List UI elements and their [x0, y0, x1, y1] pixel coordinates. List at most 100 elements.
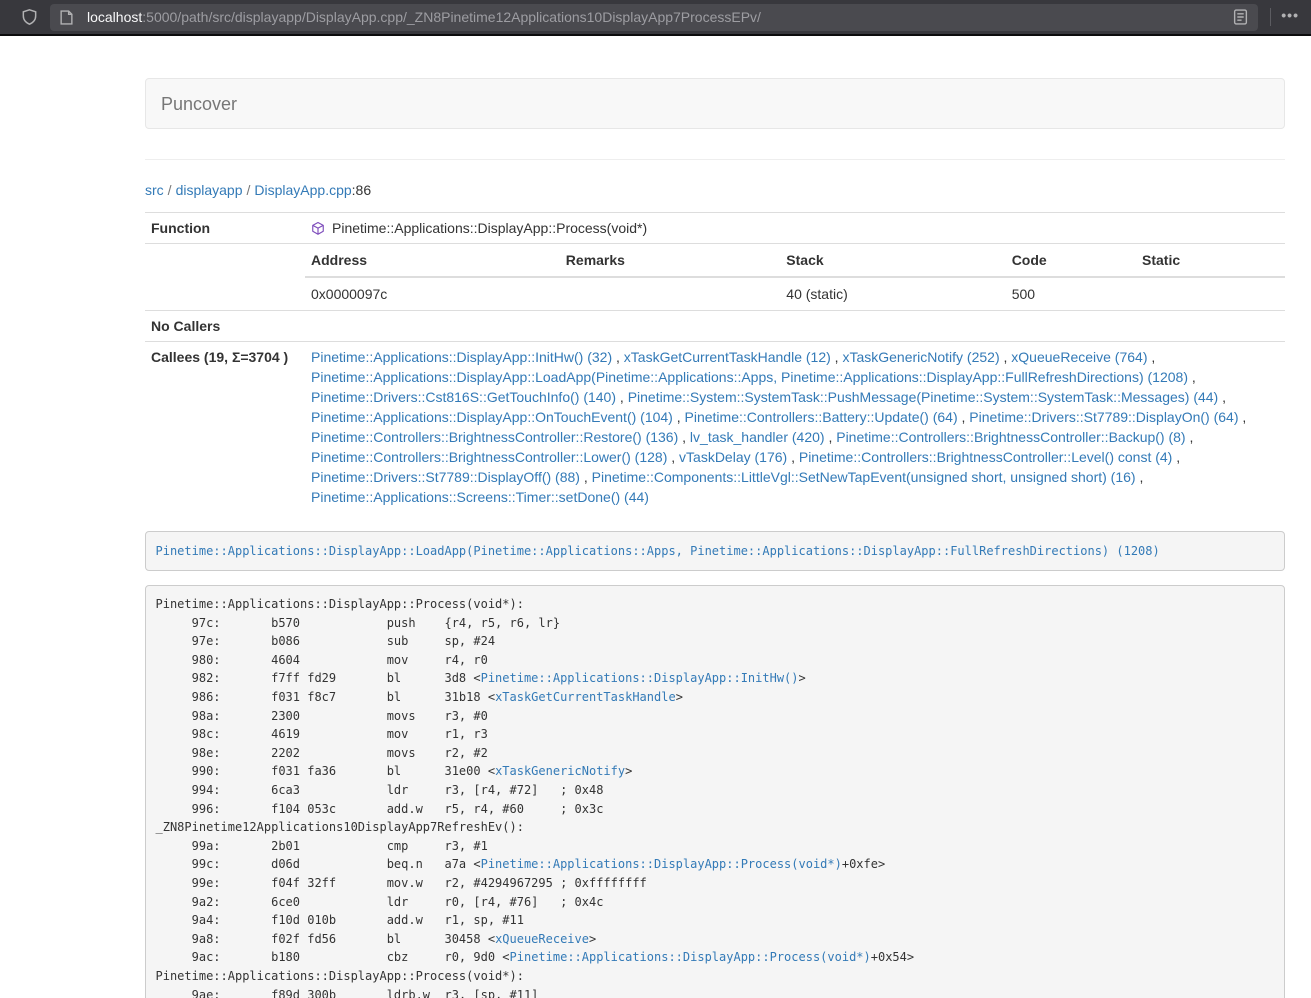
callee-link[interactable]: xTaskGetCurrentTaskHandle (12) — [624, 349, 831, 365]
code-text: 99e: f04f 32ff mov.w r2, #4294967295 ; 0… — [156, 876, 647, 890]
callees-row: Callees (19, Σ=3704 ) Pinetime::Applicat… — [145, 342, 1285, 513]
breadcrumb: src/displayapp/DisplayApp.cpp:86 — [145, 180, 1285, 200]
asm-line: 996: f104 053c add.w r5, r4, #60 ; 0x3c — [156, 800, 1275, 819]
code-text: Pinetime::Applications::DisplayApp::Proc… — [156, 597, 524, 611]
metrics-value-row: 0x0000097c 40 (static) 500 — [305, 277, 1285, 310]
url-text: localhost:5000/path/src/displayapp/Displ… — [87, 9, 1225, 25]
reader-view-icon[interactable] — [1233, 9, 1248, 25]
metrics-table: Address Remarks Stack Code Static 0x0000… — [305, 244, 1285, 310]
code-symbol-link[interactable]: Pinetime::Applications::DisplayApp::Proc… — [510, 950, 871, 964]
callee-link[interactable]: Pinetime::Controllers::BrightnessControl… — [311, 449, 667, 465]
callee-separator: , — [1239, 409, 1247, 425]
app-title[interactable]: Puncover — [161, 94, 237, 114]
page-container: Puncover src/displayapp/DisplayApp.cpp:8… — [145, 36, 1285, 998]
callees-list: Pinetime::Applications::DisplayApp::Init… — [305, 342, 1285, 513]
callee-link[interactable]: xTaskGenericNotify (252) — [842, 349, 999, 365]
col-remarks: Remarks — [560, 244, 781, 277]
asm-line: 9ac: b180 cbz r0, 9d0 <Pinetime::Applica… — [156, 948, 1275, 967]
code-symbol-link[interactable]: Pinetime::Applications::DisplayApp::Proc… — [481, 857, 842, 871]
callee-separator: , — [1186, 429, 1194, 445]
col-stack: Stack — [780, 244, 1005, 277]
callee-link[interactable]: Pinetime::Applications::Screens::Timer::… — [311, 489, 649, 505]
asm-line: 982: f7ff fd29 bl 3d8 <Pinetime::Applica… — [156, 669, 1275, 688]
callee-separator: , — [1136, 469, 1144, 485]
code-text: > — [799, 671, 806, 685]
callee-link[interactable]: Pinetime::Drivers::St7789::DisplayOn() (… — [969, 409, 1238, 425]
app-navbar: Puncover — [145, 78, 1285, 129]
col-code: Code — [1006, 244, 1136, 277]
metrics-header-row: Address Remarks Stack Code Static — [305, 244, 1285, 277]
callee-separator: , — [580, 469, 592, 485]
callee-link[interactable]: Pinetime::Applications::DisplayApp::OnTo… — [311, 409, 673, 425]
asm-line: Pinetime::Applications::DisplayApp::Proc… — [156, 595, 1275, 614]
callee-separator: , — [673, 409, 685, 425]
callers-row: No Callers — [145, 311, 1285, 342]
code-text: 9ae: f89d 300b ldrb.w r3, [sp, #11] — [156, 988, 539, 998]
breadcrumb-separator: / — [164, 182, 176, 198]
callee-separator: , — [1218, 389, 1226, 405]
asm-line: 9a2: 6ce0 ldr r0, [r4, #76] ; 0x4c — [156, 893, 1275, 912]
callee-separator: , — [787, 449, 799, 465]
url-bar[interactable]: localhost:5000/path/src/displayapp/Displ… — [50, 4, 1258, 31]
callee-link[interactable]: vTaskDelay (176) — [679, 449, 787, 465]
asm-line: 98c: 4619 mov r1, r3 — [156, 725, 1275, 744]
callee-link[interactable]: xQueueReceive (764) — [1011, 349, 1147, 365]
code-text: 982: f7ff fd29 bl 3d8 < — [156, 671, 481, 685]
code-symbol-link[interactable]: xQueueReceive — [495, 932, 589, 946]
breadcrumb-file-link[interactable]: DisplayApp.cpp — [254, 182, 351, 198]
breadcrumb-separator: / — [243, 182, 255, 198]
callee-link[interactable]: Pinetime::Controllers::BrightnessControl… — [836, 429, 1185, 445]
callee-separator: , — [1172, 449, 1180, 465]
highlighted-callee-panel: Pinetime::Applications::DisplayApp::Load… — [145, 531, 1285, 571]
stack-value: 40 (static) — [780, 277, 1005, 310]
asm-line: 986: f031 f8c7 bl 31b18 <xTaskGetCurrent… — [156, 688, 1275, 707]
callee-link[interactable]: Pinetime::Applications::DisplayApp::Load… — [311, 369, 1188, 385]
assembly-listing: Pinetime::Applications::DisplayApp::Proc… — [145, 585, 1285, 998]
asm-line: 99c: d06d beq.n a7a <Pinetime::Applicati… — [156, 855, 1275, 874]
callee-link[interactable]: Pinetime::Controllers::BrightnessControl… — [311, 429, 678, 445]
code-symbol-link[interactable]: xTaskGetCurrentTaskHandle — [495, 690, 676, 704]
callee-link[interactable]: Pinetime::Components::LittleVgl::SetNewT… — [592, 469, 1136, 485]
callee-separator: , — [831, 349, 843, 365]
function-detail-table: Function Pinetime::Applications::Display… — [145, 212, 1285, 512]
callee-link[interactable]: Pinetime::Controllers::BrightnessControl… — [799, 449, 1172, 465]
asm-line: 9a8: f02f fd56 bl 30458 <xQueueReceive> — [156, 930, 1275, 949]
function-name: Pinetime::Applications::DisplayApp::Proc… — [332, 218, 647, 238]
callee-link[interactable]: Pinetime::System::SystemTask::PushMessag… — [628, 389, 1219, 405]
static-value — [1136, 277, 1285, 310]
code-text: 9a2: 6ce0 ldr r0, [r4, #76] ; 0x4c — [156, 895, 604, 909]
callee-separator: , — [825, 429, 837, 445]
code-text: 990: f031 fa36 bl 31e00 < — [156, 764, 496, 778]
callee-link[interactable]: Pinetime::Controllers::Battery::Update()… — [685, 409, 958, 425]
tracking-protection-shield-icon[interactable] — [14, 4, 44, 30]
code-text: 994: 6ca3 ldr r3, [r4, #72] ; 0x48 — [156, 783, 604, 797]
code-symbol-link[interactable]: xTaskGenericNotify — [495, 764, 625, 778]
callees-label: Callees (19, Σ=3704 ) — [145, 342, 305, 513]
callee-separator: , — [1188, 369, 1196, 385]
no-callers-label: No Callers — [145, 311, 305, 342]
code-symbol-link[interactable]: Pinetime::Applications::DisplayApp::Init… — [481, 671, 799, 685]
callee-separator: , — [958, 409, 970, 425]
page-info-icon[interactable] — [60, 10, 73, 25]
asm-line: 98a: 2300 movs r3, #0 — [156, 707, 1275, 726]
code-size-value: 500 — [1006, 277, 1136, 310]
code-text: > — [676, 690, 683, 704]
code-text: _ZN8Pinetime12Applications10DisplayApp7R… — [156, 820, 524, 834]
breadcrumb-displayapp-link[interactable]: displayapp — [176, 182, 243, 198]
callee-link[interactable]: Pinetime::Drivers::St7789::DisplayOff() … — [311, 469, 580, 485]
asm-line: 994: 6ca3 ldr r3, [r4, #72] ; 0x48 — [156, 781, 1275, 800]
code-text: 9ac: b180 cbz r0, 9d0 < — [156, 950, 510, 964]
loadapp-symbol-link[interactable]: Pinetime::Applications::DisplayApp::Load… — [156, 544, 1160, 558]
asm-line: 990: f031 fa36 bl 31e00 <xTaskGenericNot… — [156, 762, 1275, 781]
asm-line: Pinetime::Applications::DisplayApp::Proc… — [156, 967, 1275, 986]
breadcrumb-src-link[interactable]: src — [145, 182, 164, 198]
callee-link[interactable]: Pinetime::Applications::DisplayApp::Init… — [311, 349, 612, 365]
breadcrumb-line-number: :86 — [352, 182, 371, 198]
address-value: 0x0000097c — [305, 277, 560, 310]
callee-link[interactable]: Pinetime::Drivers::Cst816S::GetTouchInfo… — [311, 389, 616, 405]
asm-line: 99a: 2b01 cmp r3, #1 — [156, 837, 1275, 856]
browser-menu-button[interactable]: ••• — [1281, 8, 1299, 26]
callee-link[interactable]: lv_task_handler (420) — [690, 429, 825, 445]
code-text: +0xfe> — [842, 857, 885, 871]
asm-line: 980: 4604 mov r4, r0 — [156, 651, 1275, 670]
